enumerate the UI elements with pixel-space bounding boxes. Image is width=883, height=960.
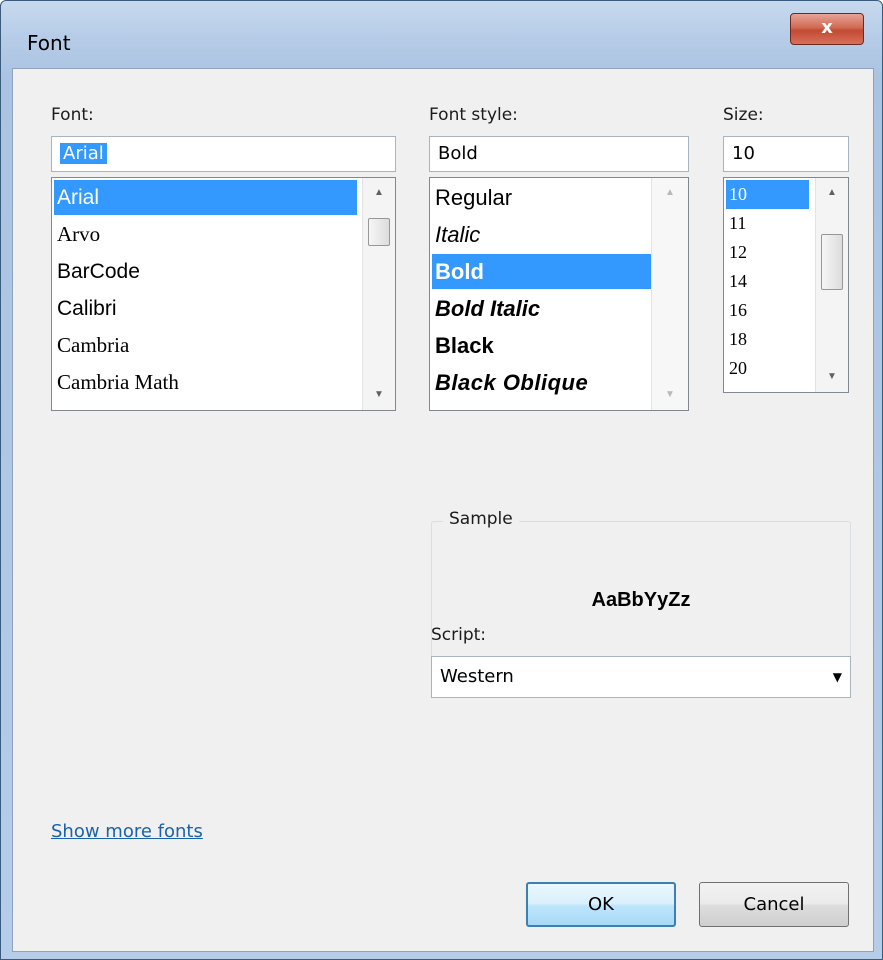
close-button[interactable]: x	[790, 13, 864, 45]
size-list-item-18[interactable]: 18	[726, 325, 809, 354]
scroll-thumb[interactable]	[821, 234, 843, 290]
size-list-scrollbar[interactable]: ▲ ▼	[815, 178, 848, 392]
ok-button[interactable]: OK	[526, 882, 676, 927]
font-label: Font:	[51, 105, 94, 125]
scroll-up-icon[interactable]: ▲	[363, 182, 395, 204]
style-list-item-bold-italic[interactable]: Bold Italic	[432, 291, 652, 326]
chevron-down-icon[interactable]: ▼	[833, 657, 842, 697]
size-list-item-11[interactable]: 11	[726, 209, 809, 238]
cancel-button[interactable]: Cancel	[699, 882, 849, 927]
size-label: Size:	[723, 105, 764, 125]
style-list-item-black-oblique[interactable]: Black Oblique	[432, 365, 652, 400]
title-bar[interactable]: Font x	[1, 1, 882, 67]
dialog-body: Font: Arial Arial Arvo BarCode Calibri C…	[12, 68, 874, 952]
show-more-fonts-link[interactable]: Show more fonts	[51, 821, 203, 842]
size-list-item-20[interactable]: 20	[726, 354, 809, 383]
font-list-item-arvo[interactable]: Arvo	[54, 217, 357, 252]
sample-label: Sample	[443, 509, 519, 529]
style-list-item-bold[interactable]: Bold	[432, 254, 652, 289]
size-list[interactable]: 10 11 12 14 16 18 20 ▲ ▼	[723, 177, 849, 393]
font-dialog: Font x Font: Arial Arial Arvo BarCode Ca…	[0, 0, 883, 960]
font-list-item-barcode[interactable]: BarCode	[54, 254, 357, 289]
scroll-up-icon[interactable]: ▲	[816, 182, 848, 204]
style-list-item-black[interactable]: Black	[432, 328, 652, 363]
window-title: Font	[27, 31, 71, 55]
script-label: Script:	[431, 625, 487, 645]
scroll-up-icon[interactable]: ▲	[652, 182, 688, 204]
script-select[interactable]: Western ▼	[431, 656, 851, 698]
font-list-item-cambria-math[interactable]: Cambria Math	[54, 365, 357, 400]
scroll-down-icon[interactable]: ▼	[816, 366, 848, 388]
size-list-item-10[interactable]: 10	[726, 180, 809, 209]
font-list-item-calibri[interactable]: Calibri	[54, 291, 357, 326]
scroll-thumb[interactable]	[368, 218, 390, 246]
font-style-input[interactable]: Bold	[429, 136, 689, 172]
scroll-down-icon[interactable]: ▼	[363, 384, 395, 406]
size-input[interactable]: 10	[723, 136, 849, 172]
size-list-item-16[interactable]: 16	[726, 296, 809, 325]
font-input[interactable]: Arial	[51, 136, 396, 172]
font-style-list[interactable]: Regular Italic Bold Bold Italic Black Bl…	[429, 177, 689, 411]
style-list-item-italic[interactable]: Italic	[432, 217, 652, 252]
size-list-item-14[interactable]: 14	[726, 267, 809, 296]
font-input-value: Arial	[60, 143, 107, 164]
font-list-scrollbar[interactable]: ▲ ▼	[362, 178, 395, 410]
scroll-down-icon[interactable]: ▼	[652, 384, 688, 406]
font-list-item-arial[interactable]: Arial	[54, 180, 357, 215]
font-list-item-cambria[interactable]: Cambria	[54, 328, 357, 363]
script-select-value: Western	[440, 666, 514, 687]
font-style-label: Font style:	[429, 105, 518, 125]
style-list-scrollbar[interactable]: ▲ ▼	[651, 178, 688, 410]
size-list-item-12[interactable]: 12	[726, 238, 809, 267]
style-list-item-regular[interactable]: Regular	[432, 180, 652, 215]
font-list[interactable]: Arial Arvo BarCode Calibri Cambria Cambr…	[51, 177, 396, 411]
sample-preview: AaBbYyZz	[591, 589, 691, 611]
